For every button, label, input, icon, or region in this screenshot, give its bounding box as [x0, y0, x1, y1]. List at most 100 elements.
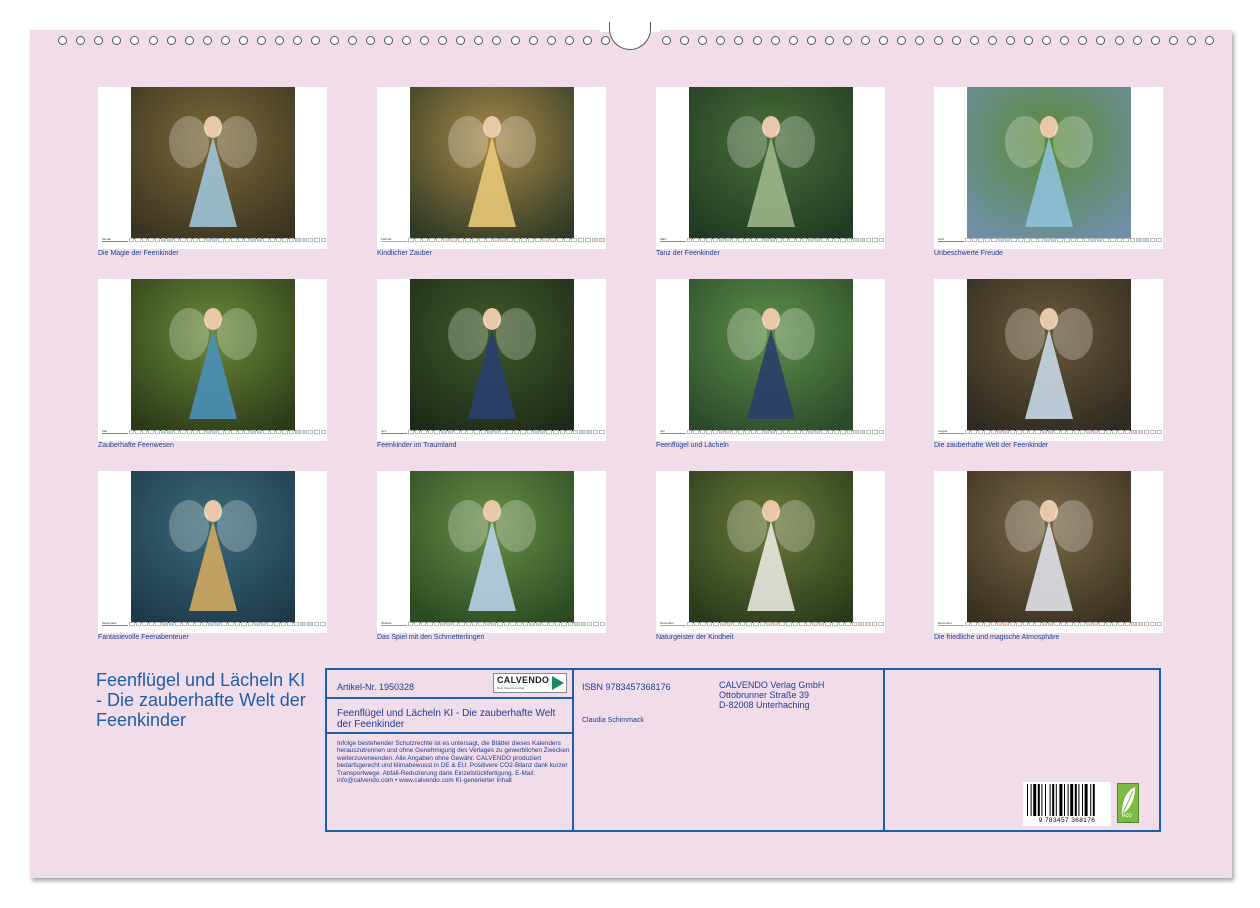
day-cell [577, 237, 584, 242]
month-panel: Januar [98, 87, 327, 249]
day-strip: November [660, 621, 884, 626]
day-cell [287, 621, 293, 626]
day-cell [446, 621, 452, 626]
calvendo-logo: CALVENDO Dein Kalenderverlag [493, 673, 567, 693]
day-cell [529, 621, 535, 626]
day-cell [467, 429, 473, 434]
day-cell [314, 237, 320, 242]
day-cell [1105, 621, 1111, 626]
day-cell [1150, 429, 1156, 434]
day-strip: April [938, 237, 1162, 242]
day-cell [141, 429, 148, 434]
day-cell [1060, 621, 1067, 626]
day-cell [1116, 237, 1123, 242]
day-cell [996, 621, 1003, 626]
day-cell [853, 429, 859, 434]
day-cell [802, 237, 808, 242]
day-cell [965, 621, 971, 626]
binding-ring [824, 36, 834, 45]
day-cell [288, 429, 295, 434]
day-cell [865, 621, 871, 626]
day-cell [563, 237, 570, 242]
fairy-photo [131, 471, 295, 623]
divider [883, 670, 885, 830]
day-cell [307, 237, 314, 242]
binding-ring [969, 36, 979, 45]
publisher-name: CALVENDO Verlag GmbH [719, 680, 825, 690]
day-cell [231, 429, 237, 434]
binding-ring [662, 36, 671, 45]
day-cell [135, 429, 141, 434]
month-panel: Oktober [377, 471, 606, 633]
day-cell [250, 237, 256, 242]
day-cell [301, 237, 307, 242]
day-cell [180, 429, 186, 434]
barcode-digits: 9 783457 368176 [1025, 817, 1109, 824]
day-cell [154, 429, 160, 434]
binding-ring [257, 36, 267, 45]
day-cell [1156, 429, 1163, 434]
month-caption: Tanz der Feenkinder [656, 250, 720, 257]
day-cell [408, 621, 414, 626]
binding-ring [933, 36, 943, 45]
day-cell [142, 621, 148, 626]
day-cell [1048, 621, 1054, 626]
fairy-photo [967, 471, 1131, 623]
binding-ring [897, 36, 907, 45]
day-cell [452, 621, 459, 626]
day-cell [1118, 621, 1124, 626]
day-cell [224, 429, 231, 434]
day-cell [269, 237, 275, 242]
day-cell [491, 621, 497, 626]
day-cell [779, 621, 785, 626]
day-cell [1073, 429, 1080, 434]
day-strip: Juni [381, 429, 605, 434]
day-cell [713, 621, 719, 626]
day-cell [561, 621, 567, 626]
day-cell [205, 429, 212, 434]
day-cell [129, 621, 135, 626]
day-cell [180, 237, 186, 242]
day-cell [421, 429, 427, 434]
month-caption: Das Spiel mit den Schmetterlingen [377, 634, 485, 641]
day-cell [1131, 429, 1137, 434]
day-cell [295, 429, 301, 434]
binding-ring [564, 36, 574, 45]
day-cell [1156, 237, 1162, 242]
day-cell [256, 237, 263, 242]
month-label: August [938, 429, 964, 434]
month-label: April [938, 237, 964, 242]
day-cell [528, 237, 535, 242]
day-cell [712, 429, 718, 434]
day-cell [878, 621, 884, 626]
day-cell [1080, 429, 1086, 434]
month-label: Oktober [381, 621, 407, 626]
day-cell [719, 621, 726, 626]
day-cell [188, 621, 194, 626]
day-cell [186, 237, 192, 242]
day-cell [244, 237, 250, 242]
day-cell [712, 237, 718, 242]
barcode: 9 783457 368176 [1023, 782, 1111, 826]
day-cell [789, 237, 795, 242]
fairy-photo [967, 87, 1131, 239]
month-caption: Kindlicher Zauber [377, 250, 432, 257]
day-cell [825, 621, 832, 626]
day-cell [434, 429, 440, 434]
day-cell [599, 429, 605, 434]
day-cell [865, 429, 872, 434]
day-cell [320, 621, 326, 626]
day-cell [1067, 429, 1073, 434]
day-cell [135, 237, 141, 242]
day-cell [237, 429, 244, 434]
day-cell [805, 621, 812, 626]
info-box: Artikel-Nr. 1950328 CALVENDO Dein Kalend… [325, 668, 1161, 832]
day-cell [593, 621, 599, 626]
day-cell [554, 621, 561, 626]
day-cell [148, 237, 154, 242]
day-cell [1111, 429, 1118, 434]
day-cell [173, 429, 180, 434]
day-cell [750, 429, 757, 434]
day-cell [535, 621, 542, 626]
day-cell [1083, 237, 1090, 242]
